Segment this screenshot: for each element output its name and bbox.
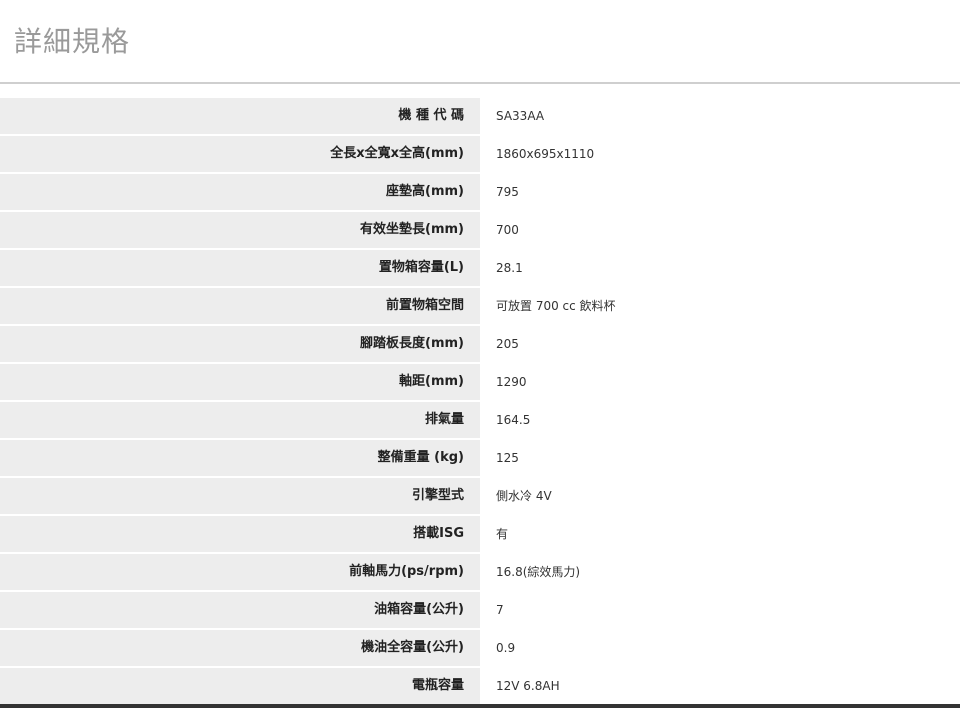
spec-value: SA33AA (480, 98, 960, 134)
spec-row: 電瓶容量 12V 6.8AH (0, 668, 960, 706)
spec-label: 機油全容量(公升) (0, 630, 480, 666)
spec-label: 有效坐墊長(mm) (0, 212, 480, 248)
spec-row: 引擎型式 側水冷 4V (0, 478, 960, 516)
page-title: 詳細規格 (14, 25, 131, 58)
spec-value: 16.8(綜效馬力) (480, 554, 960, 590)
spec-row: 油箱容量(公升) 7 (0, 592, 960, 630)
bottom-divider (0, 704, 960, 708)
spec-label: 座墊高(mm) (0, 174, 480, 210)
spec-value: 164.5 (480, 402, 960, 438)
spec-row: 有效坐墊長(mm) 700 (0, 212, 960, 250)
spec-label: 電瓶容量 (0, 668, 480, 704)
spec-value: 可放置 700 cc 飲料杯 (480, 288, 960, 324)
spec-value: 7 (480, 592, 960, 628)
spec-value: 28.1 (480, 250, 960, 286)
spec-value: 有 (480, 516, 960, 552)
page-header: 詳細規格 (0, 0, 960, 84)
spec-label: 全長x全寬x全高(mm) (0, 136, 480, 172)
spec-label: 引擎型式 (0, 478, 480, 514)
spec-label: 油箱容量(公升) (0, 592, 480, 628)
spec-table: 機 種 代 碼 SA33AA 全長x全寬x全高(mm) 1860x695x111… (0, 98, 960, 706)
spec-row: 座墊高(mm) 795 (0, 174, 960, 212)
spec-label: 前置物箱空間 (0, 288, 480, 324)
spec-row: 搭載ISG 有 (0, 516, 960, 554)
spec-label: 腳踏板長度(mm) (0, 326, 480, 362)
spec-row: 機油全容量(公升) 0.9 (0, 630, 960, 668)
spec-value: 1860x695x1110 (480, 136, 960, 172)
spec-row: 機 種 代 碼 SA33AA (0, 98, 960, 136)
spec-label: 軸距(mm) (0, 364, 480, 400)
spec-row: 前軸馬力(ps/rpm) 16.8(綜效馬力) (0, 554, 960, 592)
spec-value: 125 (480, 440, 960, 476)
spec-value: 205 (480, 326, 960, 362)
spec-value: 側水冷 4V (480, 478, 960, 514)
spec-row: 整備重量 (kg) 125 (0, 440, 960, 478)
spec-label: 置物箱容量(L) (0, 250, 480, 286)
spec-row: 排氣量 164.5 (0, 402, 960, 440)
spec-value: 795 (480, 174, 960, 210)
spec-label: 排氣量 (0, 402, 480, 438)
spec-label: 前軸馬力(ps/rpm) (0, 554, 480, 590)
spec-value: 700 (480, 212, 960, 248)
spec-row: 置物箱容量(L) 28.1 (0, 250, 960, 288)
spec-value: 1290 (480, 364, 960, 400)
spec-label: 整備重量 (kg) (0, 440, 480, 476)
spec-value: 0.9 (480, 630, 960, 666)
spec-row: 軸距(mm) 1290 (0, 364, 960, 402)
spec-label: 機 種 代 碼 (0, 98, 480, 134)
spec-label: 搭載ISG (0, 516, 480, 552)
spec-row: 腳踏板長度(mm) 205 (0, 326, 960, 364)
spec-value: 12V 6.8AH (480, 668, 960, 704)
spec-row: 前置物箱空間 可放置 700 cc 飲料杯 (0, 288, 960, 326)
spec-row: 全長x全寬x全高(mm) 1860x695x1110 (0, 136, 960, 174)
